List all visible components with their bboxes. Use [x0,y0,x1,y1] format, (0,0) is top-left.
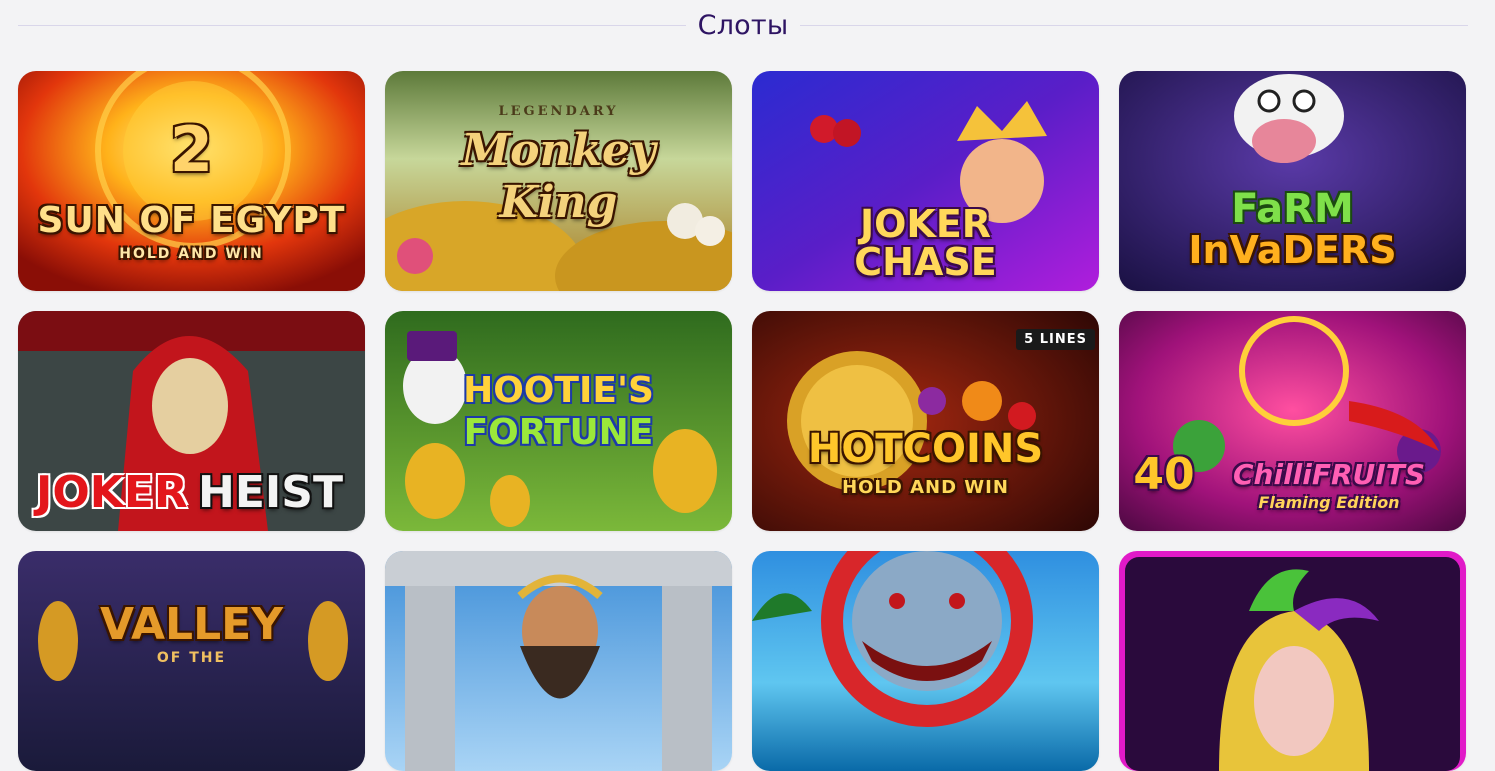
game-title-line2: CHASE [854,240,997,284]
game-title-line1: FaRM [1231,186,1354,232]
game-tile-jester[interactable] [1119,551,1466,771]
game-title-line1: 2 [169,113,214,186]
game-tile-legendary-monkey-king[interactable]: LEGENDARY Monkey King [385,71,732,291]
section-title: Слоты [697,9,789,41]
game-title-line2: InVaDERS [1188,228,1397,272]
game-title-line1: JOKER [859,202,992,246]
game-title-line1: LEGENDARY [498,104,619,119]
game-tile-sun-of-egypt-2[interactable]: 2 SUN OF EGYPT HOLD AND WIN [18,71,365,291]
shark-artwork [752,551,1099,771]
heading-rule-right [800,24,1468,26]
game-tile-valley-of-the-gods[interactable]: VALLEY OF THE [18,551,365,771]
game-title-line1: 40 [1133,449,1195,500]
section-heading: Слоты [18,0,1468,50]
game-title-line2: SUN OF EGYPT [37,200,346,241]
game-title-line3: Flaming Edition [1258,493,1400,512]
game-title-line2: HEIST [198,467,343,518]
game-title-line1: HOTCOINS [807,426,1044,472]
game-title-line1: VALLEY [99,599,284,650]
game-tile-joker-heist[interactable]: JOKER HEIST [18,311,365,531]
game-tile-farm-invaders[interactable]: FaRM InVaDERS [1119,71,1466,291]
game-title-line2: HOLD AND WIN [842,477,1009,498]
game-title-line2: ChilliFRUITS [1233,458,1425,491]
game-title-line3: King [499,177,618,228]
slots-grid: 2 SUN OF EGYPT HOLD AND WIN LEGENDARY Mo… [18,71,1466,771]
jester-artwork [1119,551,1466,771]
game-tile-shark[interactable] [752,551,1099,771]
zeus-artwork [385,551,732,771]
game-title-line1: HOOTIE'S [463,370,654,411]
game-title-line2: OF THE [156,650,227,666]
game-tile-hooties-fortune[interactable]: HOOTIE'S FORTUNE [385,311,732,531]
game-title-line2: Monkey [461,125,656,176]
lines-badge: 5 LINES [1016,329,1095,350]
game-tile-zeus[interactable] [385,551,732,771]
game-title-line3: HOLD AND WIN [119,246,264,262]
heading-rule-left [18,24,686,26]
game-tile-40-chilli-fruits[interactable]: 40 ChilliFRUITS Flaming Edition [1119,311,1466,531]
game-tile-hot-coins[interactable]: 5 LINES HOTCOINS HOLD AND WIN [752,311,1099,531]
game-tile-joker-chase[interactable]: JOKER CHASE [752,71,1099,291]
game-title-line2: FORTUNE [463,412,654,453]
